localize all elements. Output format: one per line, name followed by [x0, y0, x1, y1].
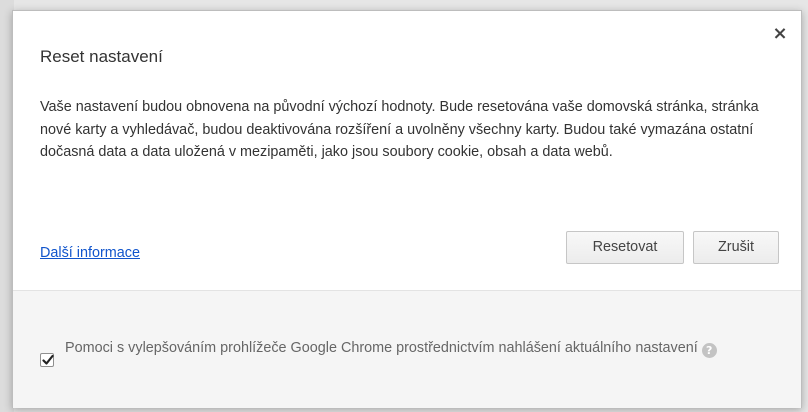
feedback-checkbox[interactable] [40, 353, 54, 367]
cancel-button[interactable]: Zrušit [693, 231, 779, 264]
dialog-description: Vaše nastavení budou obnovena na původní… [40, 99, 759, 160]
feedback-label-text: Pomoci s vylepšováním prohlížeče Google … [65, 340, 698, 356]
dialog-footer: Pomoci s vylepšováním prohlížeče Google … [13, 290, 801, 408]
reset-settings-dialog: × Reset nastavení Vaše nastavení budou o… [12, 10, 802, 408]
close-icon[interactable]: × [771, 25, 789, 43]
dialog-title: Reset nastavení [40, 47, 163, 66]
feedback-checkbox-label: Pomoci s vylepšováním prohlížeče Google … [65, 338, 765, 359]
help-icon[interactable]: ? [701, 343, 717, 358]
reset-button[interactable]: Resetovat [566, 231, 684, 264]
more-info-link[interactable]: Další informace [40, 245, 140, 261]
checkmark-icon [42, 354, 54, 365]
